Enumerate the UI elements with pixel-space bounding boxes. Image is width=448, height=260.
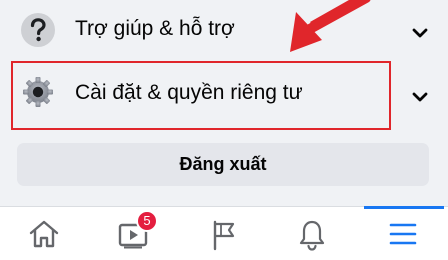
home-icon bbox=[29, 220, 59, 248]
flag-icon bbox=[213, 220, 235, 251]
tab-pages[interactable] bbox=[178, 207, 267, 260]
tab-home[interactable] bbox=[0, 207, 89, 260]
annotation-arrow-icon bbox=[290, 0, 371, 52]
menu-item-help-support-label: Trợ giúp & hỗ trợ bbox=[75, 17, 235, 40]
hamburger-menu-icon bbox=[389, 223, 417, 245]
bell-icon bbox=[299, 220, 325, 251]
chevron-down-icon bbox=[412, 89, 428, 102]
tab-menu[interactable] bbox=[356, 207, 445, 260]
question-mark-circle-icon bbox=[20, 12, 56, 48]
menu-area: Trợ giúp & hỗ trợ Cài đặt & quyền riêng … bbox=[0, 0, 448, 206]
screen: Trợ giúp & hỗ trợ Cài đặt & quyền riêng … bbox=[0, 0, 448, 260]
menu-item-help-support[interactable]: Trợ giúp & hỗ trợ bbox=[0, 0, 448, 62]
bottom-tab-bar: 5 bbox=[0, 206, 448, 260]
tab-watch[interactable] bbox=[89, 207, 178, 260]
active-tab-indicator bbox=[364, 206, 444, 209]
watch-notification-badge: 5 bbox=[136, 210, 158, 232]
highlight-annotation-box bbox=[11, 61, 391, 130]
tab-notifications[interactable] bbox=[267, 207, 356, 260]
chevron-down-icon bbox=[412, 25, 428, 38]
logout-button[interactable]: Đăng xuất bbox=[17, 143, 429, 186]
